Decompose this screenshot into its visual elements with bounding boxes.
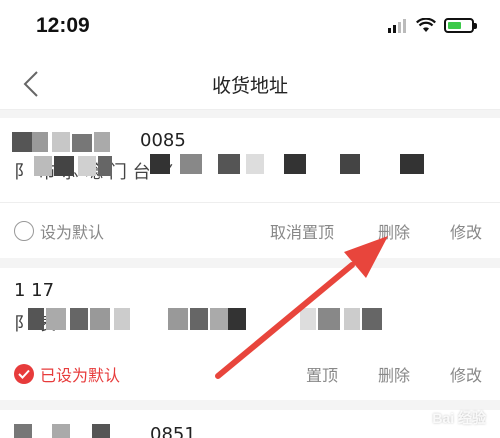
- default-toggle[interactable]: 已设为默认: [14, 362, 120, 386]
- nav-bar: 收货地址: [0, 58, 500, 110]
- section-gap: [0, 400, 500, 410]
- page-title: 收货地址: [211, 75, 288, 97]
- pin-button[interactable]: 置顶: [306, 362, 338, 386]
- signal-icon: [388, 18, 408, 33]
- address-card[interactable]: 0085 阝 市 ⺗ 埝 ⻔ 台 ⺌ 罒 设为默认 取消置顶 删除 修改: [0, 118, 500, 258]
- set-default-label: 设为默认: [40, 223, 105, 242]
- wifi-icon: [416, 18, 436, 32]
- status-bar: 12:09: [0, 0, 500, 58]
- watermark: Bai 经验: [432, 410, 486, 426]
- edit-button[interactable]: 修改: [450, 219, 482, 243]
- name-phone: 1 17: [14, 280, 55, 301]
- checkmark-icon[interactable]: [14, 364, 34, 384]
- section-gap: [0, 110, 500, 118]
- set-default-toggle[interactable]: 设为默认: [14, 219, 104, 243]
- address-card[interactable]: 0851: [0, 410, 500, 438]
- battery-icon: [444, 18, 477, 33]
- delete-button[interactable]: 删除: [378, 219, 410, 243]
- name-phone: 0851: [150, 424, 196, 438]
- address-card[interactable]: 1 17 阝 表 已设为默认 置顶 删除 修改: [0, 268, 500, 400]
- status-time: 12:09: [36, 14, 90, 37]
- action-row: 设为默认 取消置顶 删除 修改: [0, 202, 500, 258]
- unpin-button[interactable]: 取消置顶: [270, 219, 334, 243]
- default-label: 已设为默认: [40, 366, 121, 385]
- name-phone: 0085: [140, 130, 186, 151]
- delete-button[interactable]: 删除: [378, 362, 410, 386]
- section-gap: [0, 258, 500, 268]
- status-icons: [388, 18, 477, 33]
- edit-button[interactable]: 修改: [450, 362, 482, 386]
- radio-unchecked-icon[interactable]: [14, 221, 34, 241]
- action-row: 已设为默认 置顶 删除 修改: [0, 346, 500, 402]
